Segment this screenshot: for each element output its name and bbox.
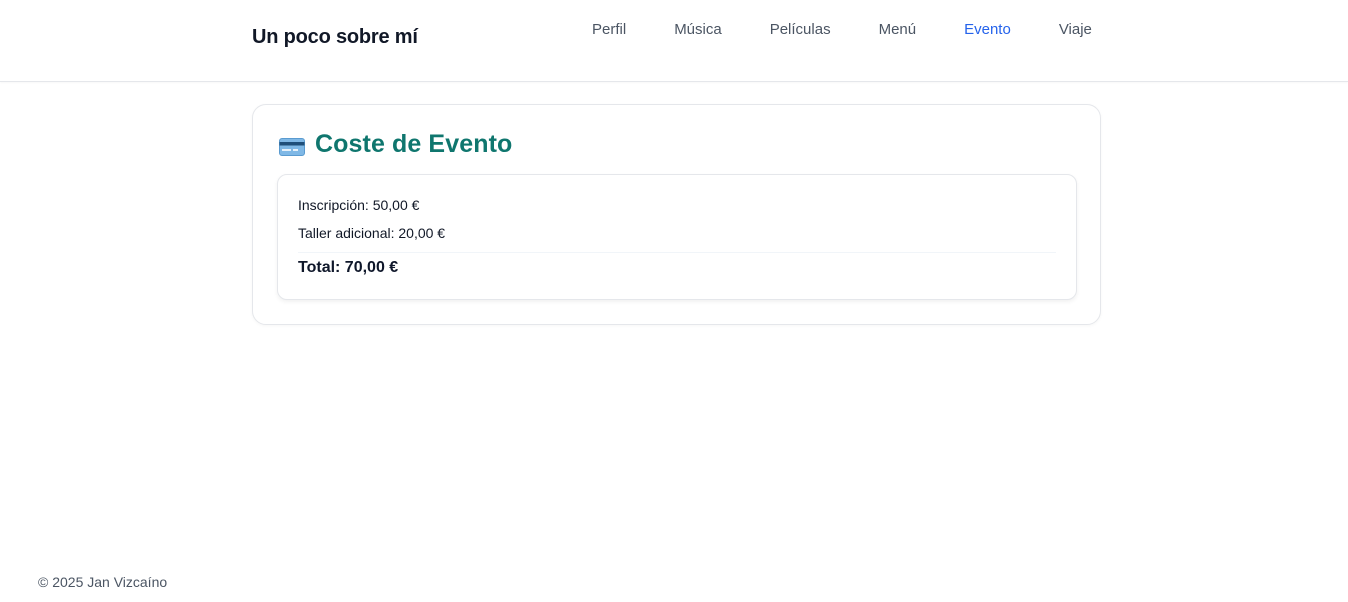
main-nav: Perfil Música Películas Menú Evento Viaj… [592, 20, 1092, 40]
card-title: Coste de Evento [315, 130, 513, 158]
copyright-text: © 2025 Jan Vizcaíno [38, 574, 168, 590]
site-header: Un poco sobre mí Perfil Música Películas… [0, 0, 1348, 82]
cost-line-taller: Taller adicional: 20,00 € [298, 225, 446, 241]
nav-link-evento[interactable]: Evento [964, 20, 1011, 40]
card-heading: Coste de Evento [279, 130, 512, 159]
nav-link-perfil[interactable]: Perfil [592, 20, 626, 40]
site-title[interactable]: Un poco sobre mí [252, 26, 418, 49]
nav-link-menu[interactable]: Menú [879, 20, 917, 40]
event-cost-card: Coste de Evento Inscripción: 50,00 € Tal… [252, 104, 1101, 325]
nav-link-musica[interactable]: Música [674, 20, 722, 40]
cost-breakdown: Inscripción: 50,00 € Taller adicional: 2… [277, 174, 1077, 300]
divider [298, 252, 1056, 253]
cost-total: Total: 70,00 € [298, 259, 399, 276]
nav-link-viaje[interactable]: Viaje [1059, 20, 1092, 40]
credit-card-icon [279, 137, 305, 156]
site-footer: © 2025 Jan Vizcaíno [38, 574, 167, 590]
cost-line-inscripcion: Inscripción: 50,00 € [298, 197, 420, 213]
nav-link-peliculas[interactable]: Películas [770, 20, 831, 40]
